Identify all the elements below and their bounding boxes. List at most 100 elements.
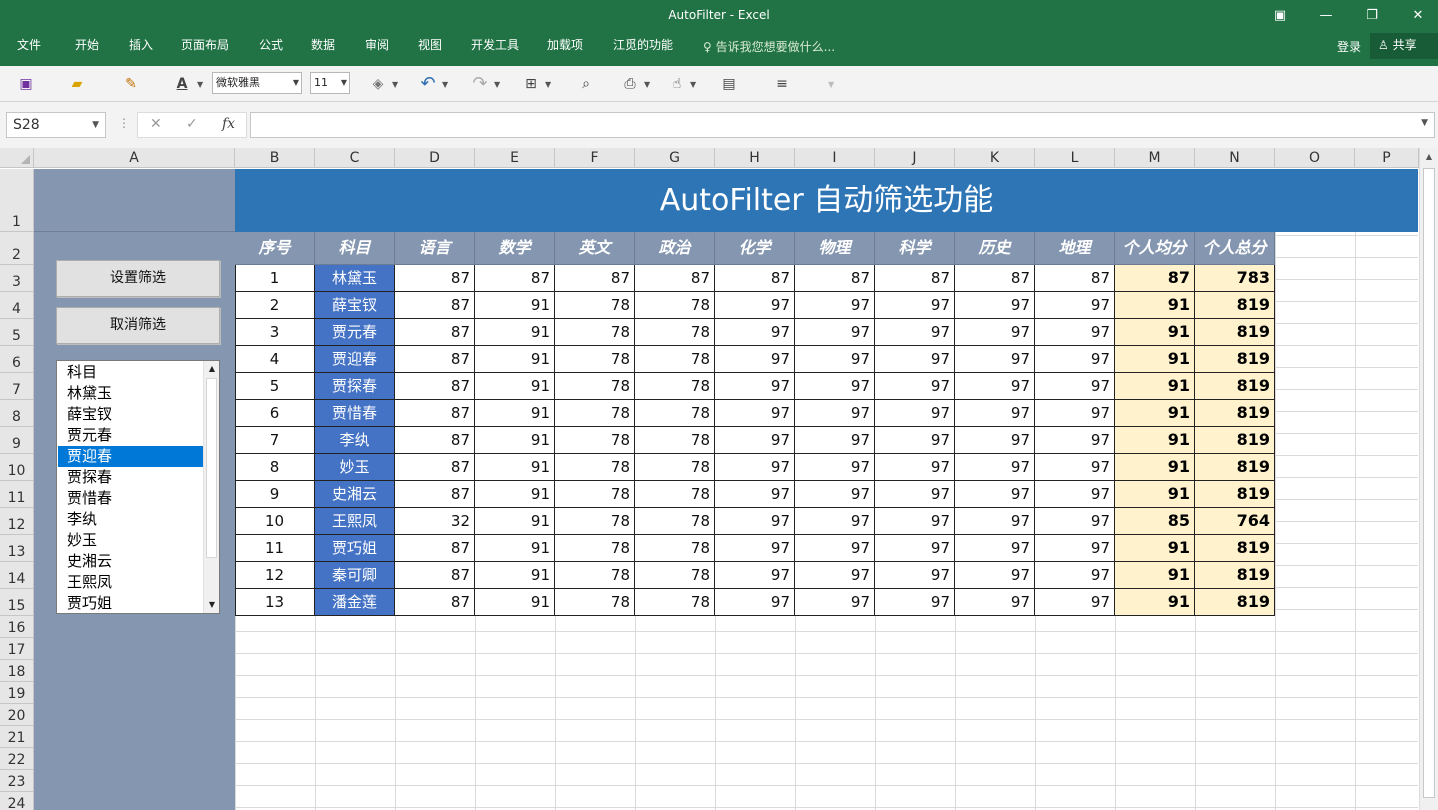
tab-add-ins[interactable]: 加载项 (547, 38, 583, 52)
fill-color-dropdown-icon[interactable]: ▼ (392, 80, 398, 89)
table-header-cell[interactable]: 英文 (555, 232, 635, 265)
score-cell[interactable]: 87 (395, 400, 475, 427)
score-cell[interactable]: 87 (795, 265, 875, 292)
total-cell[interactable]: 764 (1195, 508, 1275, 535)
score-cell[interactable]: 97 (955, 562, 1035, 589)
total-cell[interactable]: 783 (1195, 265, 1275, 292)
listbox-item[interactable]: 王熙凤 (58, 572, 203, 593)
name-cell[interactable]: 贾探春 (315, 373, 395, 400)
score-cell[interactable]: 87 (395, 589, 475, 616)
score-cell[interactable]: 78 (555, 400, 635, 427)
row-header[interactable]: 6 (0, 346, 34, 373)
score-cell[interactable]: 97 (875, 508, 955, 535)
score-cell[interactable]: 97 (955, 292, 1035, 319)
undo-icon[interactable]: ↶ (418, 74, 438, 94)
score-cell[interactable]: 78 (635, 562, 715, 589)
listbox-item[interactable]: 史湘云 (58, 551, 203, 572)
row-header[interactable]: 10 (0, 454, 34, 481)
score-cell[interactable]: 97 (955, 373, 1035, 400)
scroll-up-icon[interactable]: ▲ (1420, 152, 1438, 161)
score-cell[interactable]: 78 (555, 427, 635, 454)
score-cell[interactable]: 91 (475, 319, 555, 346)
average-cell[interactable]: 87 (1115, 265, 1195, 292)
average-cell[interactable]: 91 (1115, 319, 1195, 346)
name-cell[interactable]: 李纨 (315, 427, 395, 454)
fill-color-icon[interactable]: ◈ (368, 74, 388, 94)
row-header[interactable]: 20 (0, 704, 34, 726)
borders-dropdown-icon[interactable]: ▼ (545, 80, 551, 89)
column-header[interactable]: E (475, 148, 555, 168)
listbox-item[interactable]: 薛宝钗 (58, 404, 203, 425)
save-icon[interactable]: ▣ (16, 74, 36, 94)
score-cell[interactable]: 78 (635, 454, 715, 481)
redo-dropdown-icon[interactable]: ▼ (494, 80, 500, 89)
row-header[interactable]: 2 (0, 232, 34, 265)
name-cell[interactable]: 贾巧姐 (315, 535, 395, 562)
listbox-item[interactable]: 贾探春 (58, 467, 203, 488)
total-cell[interactable]: 819 (1195, 454, 1275, 481)
name-cell[interactable]: 史湘云 (315, 481, 395, 508)
listbox-item[interactable]: 贾迎春 (58, 446, 203, 467)
row-header[interactable]: 3 (0, 265, 34, 292)
row-header[interactable]: 11 (0, 481, 34, 508)
column-header[interactable]: N (1195, 148, 1275, 168)
name-cell[interactable]: 秦可卿 (315, 562, 395, 589)
row-header[interactable]: 12 (0, 508, 34, 535)
total-cell[interactable]: 819 (1195, 292, 1275, 319)
name-cell[interactable]: 贾元春 (315, 319, 395, 346)
score-cell[interactable]: 78 (635, 373, 715, 400)
column-header[interactable]: L (1035, 148, 1115, 168)
index-cell[interactable]: 10 (235, 508, 315, 535)
name-cell[interactable]: 潘金莲 (315, 589, 395, 616)
score-cell[interactable]: 97 (875, 427, 955, 454)
row-header[interactable]: 13 (0, 535, 34, 562)
tab-home[interactable]: 开始 (75, 38, 99, 52)
row-header[interactable]: 18 (0, 660, 34, 682)
score-cell[interactable]: 97 (1035, 346, 1115, 373)
score-cell[interactable]: 97 (715, 292, 795, 319)
name-cell[interactable]: 林黛玉 (315, 265, 395, 292)
score-cell[interactable]: 91 (475, 562, 555, 589)
table-header-cell[interactable]: 个人均分 (1115, 232, 1195, 265)
index-cell[interactable]: 8 (235, 454, 315, 481)
score-cell[interactable]: 78 (555, 292, 635, 319)
score-cell[interactable]: 97 (1035, 427, 1115, 454)
score-cell[interactable]: 97 (1035, 562, 1115, 589)
score-cell[interactable]: 97 (1035, 508, 1115, 535)
undo-dropdown-icon[interactable]: ▼ (442, 80, 448, 89)
score-cell[interactable]: 97 (955, 319, 1035, 346)
tab-page-layout[interactable]: 页面布局 (181, 38, 229, 52)
column-header[interactable]: K (955, 148, 1035, 168)
row-header[interactable]: 4 (0, 292, 34, 319)
total-cell[interactable]: 819 (1195, 400, 1275, 427)
sheet-vertical-scrollbar[interactable]: ▲ (1419, 148, 1438, 810)
name-listbox[interactable]: 科目 林黛玉 薛宝钗 贾元春 贾迎春 贾探春 贾惜春 李纨 妙玉 史湘云 王熙凤 贾巧姐 ▲ ▼ (56, 360, 220, 614)
row-header[interactable]: 1 (0, 169, 34, 232)
score-cell[interactable]: 91 (475, 400, 555, 427)
column-header[interactable]: B (235, 148, 315, 168)
score-cell[interactable]: 91 (475, 292, 555, 319)
total-cell[interactable]: 819 (1195, 589, 1275, 616)
average-cell[interactable]: 91 (1115, 535, 1195, 562)
row-header[interactable]: 22 (0, 748, 34, 770)
score-cell[interactable]: 78 (635, 319, 715, 346)
table-header-cell[interactable]: 化学 (715, 232, 795, 265)
index-cell[interactable]: 4 (235, 346, 315, 373)
tab-data[interactable]: 数据 (311, 38, 335, 52)
total-cell[interactable]: 819 (1195, 373, 1275, 400)
score-cell[interactable]: 97 (795, 427, 875, 454)
score-cell[interactable]: 78 (555, 319, 635, 346)
column-header[interactable]: F (555, 148, 635, 168)
score-cell[interactable]: 97 (875, 589, 955, 616)
score-cell[interactable]: 91 (475, 454, 555, 481)
score-cell[interactable]: 91 (475, 589, 555, 616)
average-cell[interactable]: 91 (1115, 400, 1195, 427)
column-header[interactable]: G (635, 148, 715, 168)
score-cell[interactable]: 97 (955, 454, 1035, 481)
customize-toolbar-icon[interactable]: ▼ (828, 80, 834, 89)
score-cell[interactable]: 78 (635, 400, 715, 427)
score-cell[interactable]: 97 (795, 346, 875, 373)
score-cell[interactable]: 97 (715, 481, 795, 508)
score-cell[interactable]: 91 (475, 427, 555, 454)
score-cell[interactable]: 87 (395, 265, 475, 292)
